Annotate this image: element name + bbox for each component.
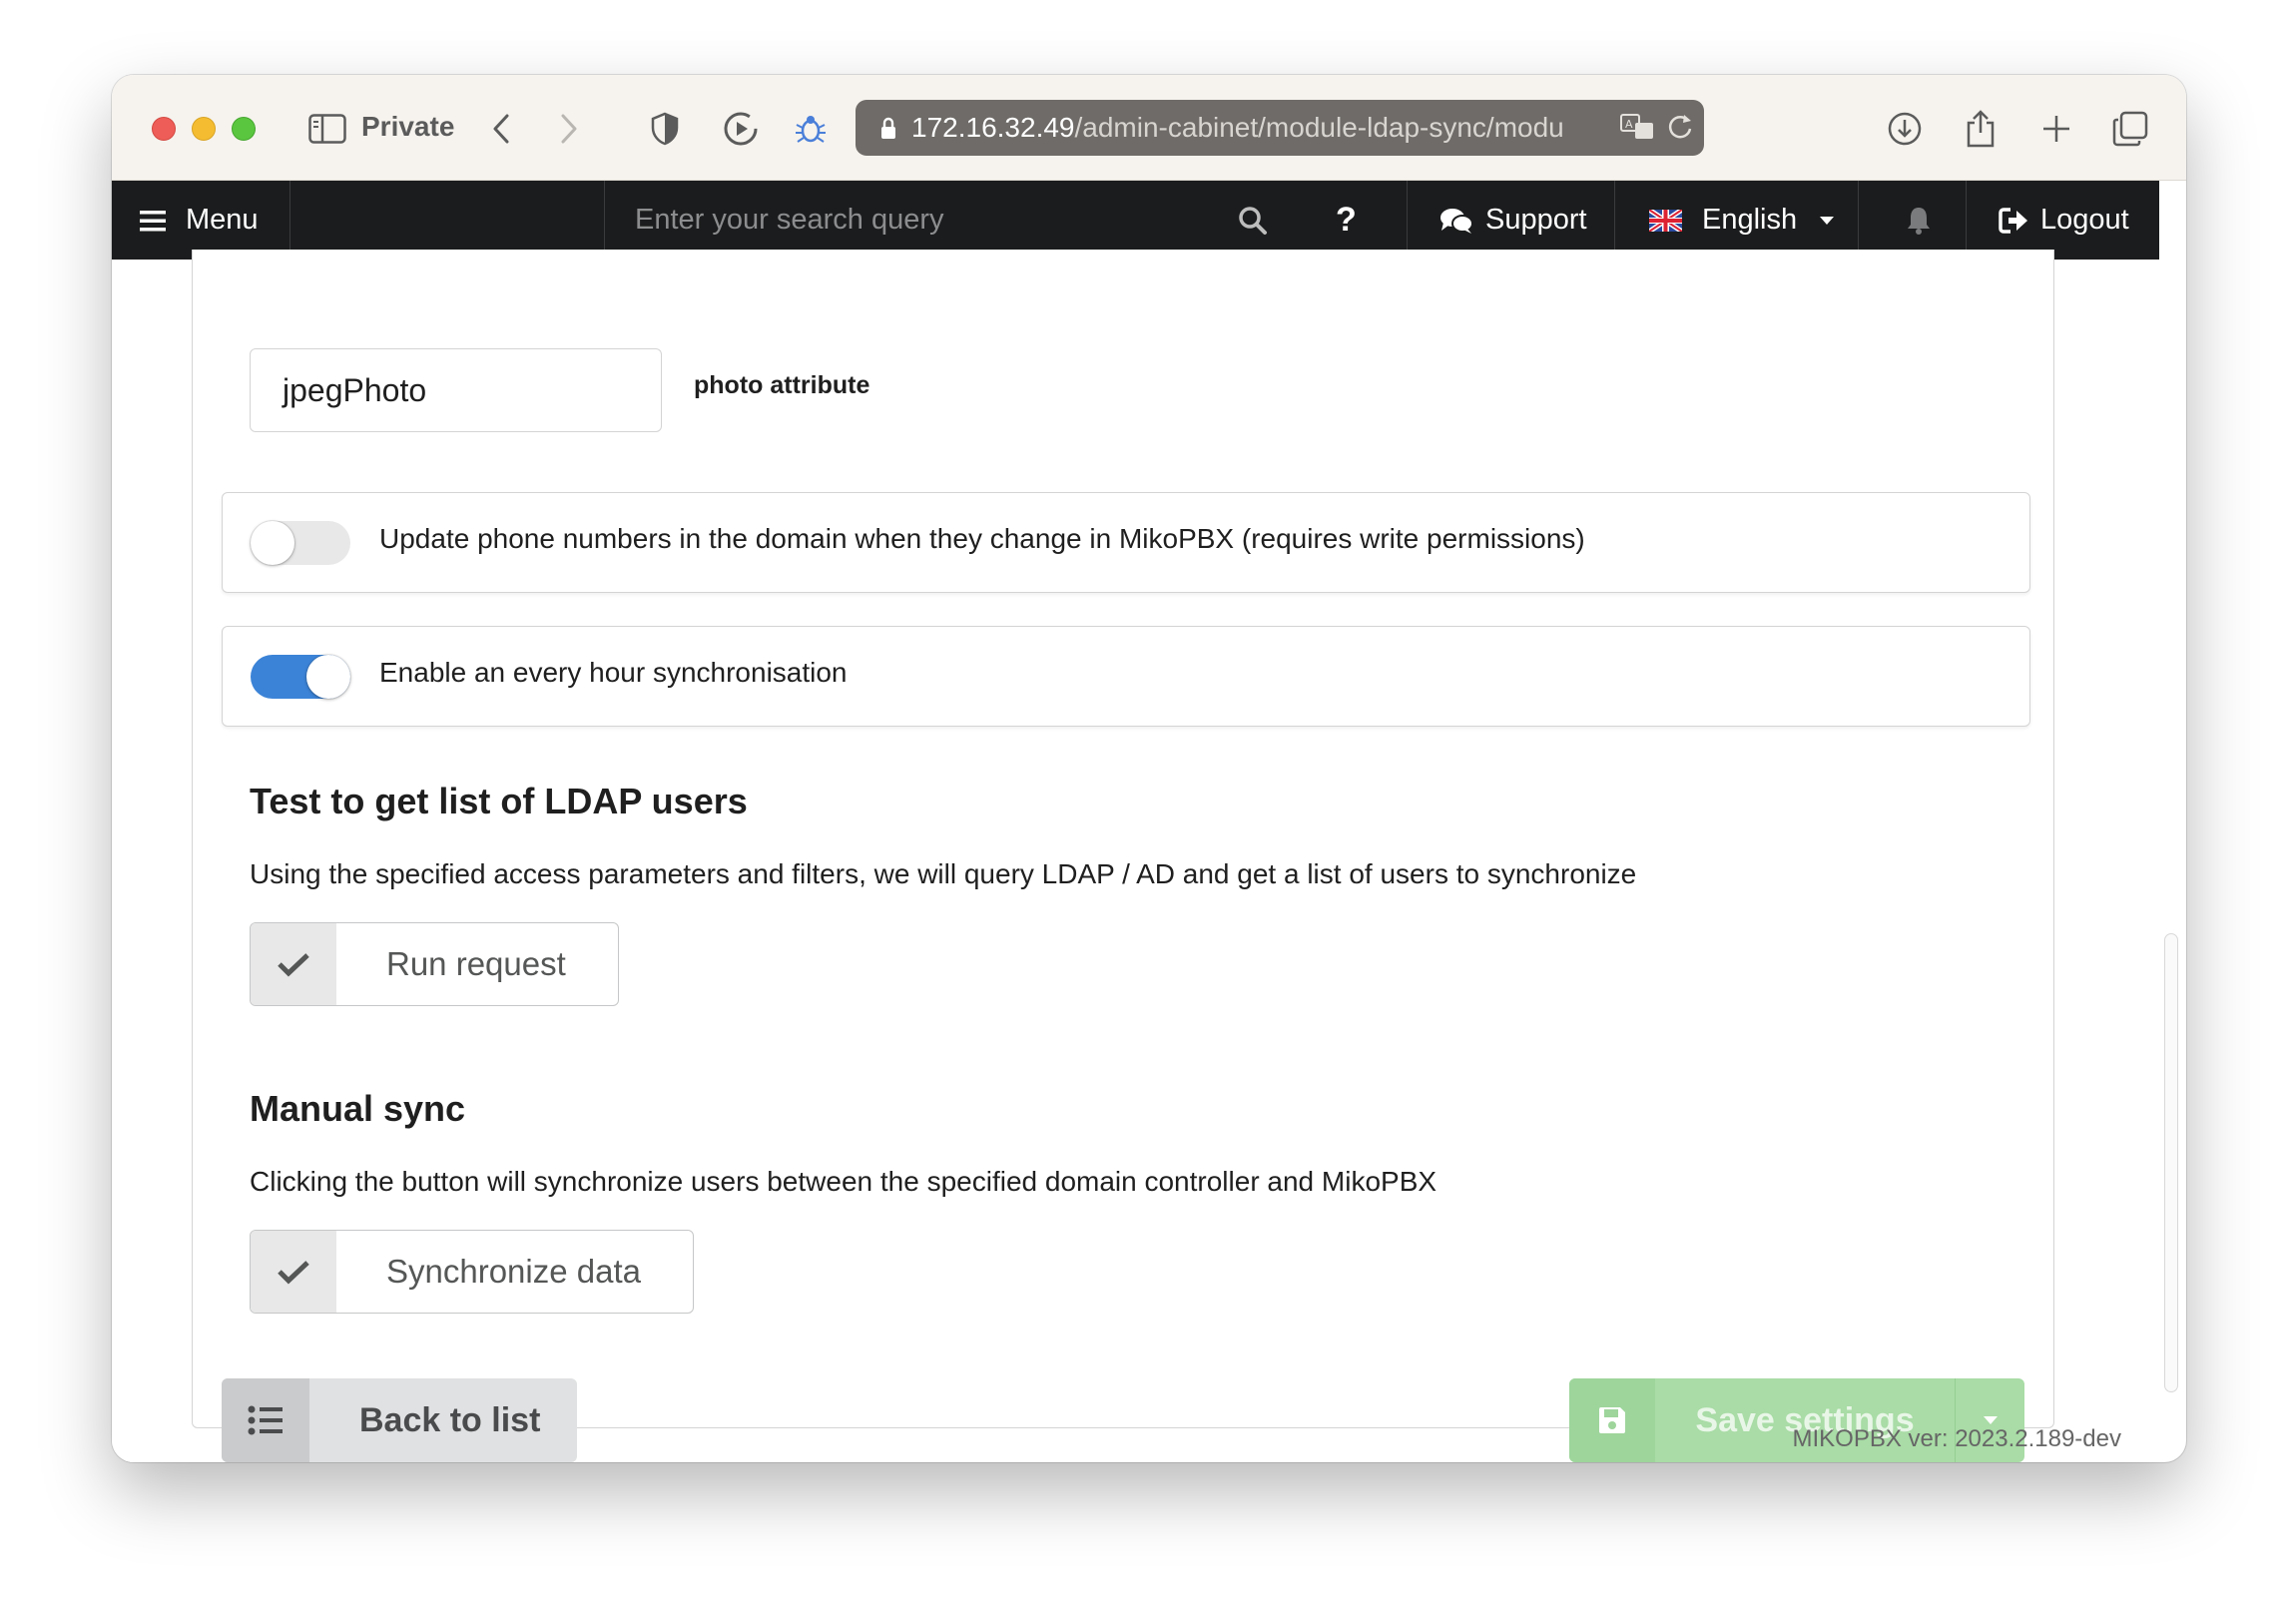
zoom-window-button[interactable] (232, 117, 256, 141)
save-icon (1569, 1378, 1655, 1462)
run-request-label: Run request (386, 945, 566, 982)
help-button[interactable]: ? (1336, 181, 1357, 260)
synchronize-data-label: Synchronize data (386, 1253, 641, 1290)
top-navigation: Menu Enter your search query ? Support E… (112, 181, 2159, 260)
back-icon[interactable] (481, 109, 521, 149)
back-to-list-label: Back to list (359, 1400, 541, 1439)
nav-divider (604, 181, 605, 260)
search-icon[interactable] (1238, 181, 1268, 260)
extension-play-icon[interactable] (721, 109, 761, 149)
share-icon[interactable] (1961, 109, 2001, 149)
manual-sync-description: Clicking the button will synchronize use… (250, 1166, 1437, 1197)
url-path: /admin-cabinet/module-ldap-sync/modu (1074, 112, 1564, 143)
hamburger-icon (140, 209, 166, 233)
sidebar-icon[interactable] (307, 109, 347, 149)
language-dropdown[interactable]: English (1649, 181, 1835, 260)
bell-icon[interactable] (1906, 181, 1932, 260)
close-window-button[interactable] (152, 117, 176, 141)
comments-icon (1439, 207, 1473, 235)
page-scrollbar[interactable] (2164, 933, 2178, 1392)
update-phone-numbers-checkbox-field: Update phone numbers in the domain when … (222, 492, 2030, 593)
menu-button[interactable]: Menu (140, 181, 259, 260)
lock-icon (879, 116, 897, 148)
sign-out-icon (1999, 207, 2028, 235)
support-label: Support (1485, 204, 1587, 236)
page-content: jpegPhoto photo attribute Update phone n… (112, 250, 2178, 1462)
browser-window: Private 172.16.32.49/admin-cabinet/modul… (112, 75, 2186, 1462)
language-label: English (1702, 204, 1798, 236)
manual-sync-title: Manual sync (250, 1088, 466, 1129)
hourly-sync-checkbox-field: Enable an every hour synchronisation (222, 626, 2030, 727)
search-input[interactable]: Enter your search query (635, 181, 943, 260)
nav-divider (1407, 181, 1408, 260)
address-bar[interactable]: 172.16.32.49/admin-cabinet/module-ldap-s… (856, 100, 1704, 156)
support-link[interactable]: Support (1439, 181, 1587, 260)
forward-icon[interactable] (549, 109, 589, 149)
toggle-knob (306, 655, 350, 699)
svg-text:A: A (1625, 118, 1633, 131)
caret-down-icon (1983, 1415, 1999, 1425)
nav-divider (289, 181, 290, 260)
bug-extension-icon[interactable] (791, 109, 831, 149)
caret-down-icon (1819, 216, 1835, 226)
synchronize-data-button[interactable]: Synchronize data (250, 1230, 694, 1314)
logout-link[interactable]: Logout (1999, 181, 2129, 260)
check-icon (251, 923, 336, 1005)
browser-titlebar: Private 172.16.32.49/admin-cabinet/modul… (112, 75, 2186, 181)
translate-icon[interactable]: A (1619, 112, 1657, 151)
nav-divider (1966, 181, 1967, 260)
update-phone-numbers-toggle[interactable] (251, 521, 350, 565)
hourly-sync-toggle[interactable] (251, 655, 350, 699)
logout-label: Logout (2040, 204, 2129, 236)
check-icon (251, 1231, 336, 1313)
run-request-button[interactable]: Run request (250, 922, 619, 1006)
downloads-icon[interactable] (1885, 109, 1925, 149)
list-icon (222, 1378, 309, 1462)
toggle-knob (251, 521, 294, 565)
nav-divider (1858, 181, 1859, 260)
update-phone-numbers-label[interactable]: Update phone numbers in the domain when … (379, 523, 1585, 555)
hourly-sync-label[interactable]: Enable an every hour synchronisation (379, 657, 848, 689)
url-host: 172.16.32.49 (911, 112, 1075, 143)
minimize-window-button[interactable] (192, 117, 216, 141)
nav-divider (1614, 181, 1615, 260)
new-tab-icon[interactable] (2036, 109, 2076, 149)
version-label: MIKOPBX ver: 2023.2.189-dev (1792, 1425, 2121, 1452)
reload-icon[interactable] (1666, 112, 1694, 149)
uk-flag-icon (1649, 209, 1682, 232)
photo-attribute-input[interactable]: jpegPhoto (250, 348, 662, 432)
back-to-list-button[interactable]: Back to list (222, 1378, 577, 1462)
tab-overview-icon[interactable] (2110, 109, 2150, 149)
private-label: Private (361, 111, 455, 142)
menu-label: Menu (186, 204, 259, 236)
test-section-title: Test to get list of LDAP users (250, 781, 748, 821)
photo-attribute-hint: photo attribute (694, 371, 870, 399)
shield-icon[interactable] (645, 109, 685, 149)
test-section-description: Using the specified access parameters an… (250, 858, 1637, 889)
